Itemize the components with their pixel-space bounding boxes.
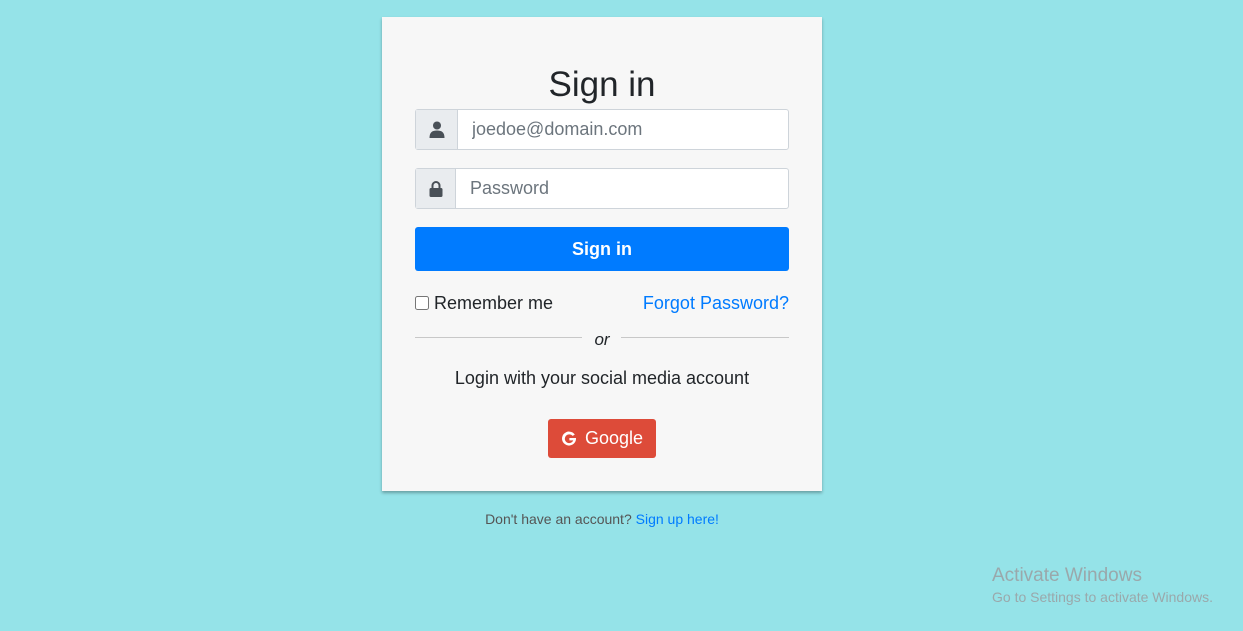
forgot-password-link[interactable]: Forgot Password? [643, 292, 789, 314]
remember-me-label: Remember me [434, 292, 554, 313]
page-title: Sign in [548, 65, 656, 104]
signup-prompt: Don't have an account? Sign up here! [382, 510, 822, 528]
google-g-icon [561, 431, 577, 447]
password-field[interactable] [456, 169, 788, 208]
watermark-subtitle: Go to Settings to activate Windows. [992, 589, 1213, 605]
signup-link[interactable]: Sign up here! [636, 511, 719, 527]
login-card: Sign in Sign in Remember me Forgot Passw… [382, 17, 822, 491]
signup-prompt-text: Don't have an account? [485, 511, 632, 527]
email-input-group [415, 109, 789, 150]
lock-icon [416, 169, 456, 208]
sign-in-button[interactable]: Sign in [415, 227, 789, 271]
user-icon [416, 110, 458, 149]
email-field[interactable] [458, 110, 788, 149]
google-login-button[interactable]: Google [548, 419, 656, 458]
social-login-text: Login with your social media account [454, 368, 750, 388]
or-text: or [594, 330, 610, 349]
windows-activation-watermark: Activate Windows Go to Settings to activ… [992, 565, 1213, 606]
or-divider: or [415, 330, 789, 350]
watermark-title: Activate Windows [992, 565, 1142, 586]
remember-me-checkbox[interactable] [415, 296, 429, 310]
password-input-group [415, 168, 789, 209]
google-button-label: Google [584, 428, 644, 448]
remember-me[interactable]: Remember me [415, 292, 553, 314]
